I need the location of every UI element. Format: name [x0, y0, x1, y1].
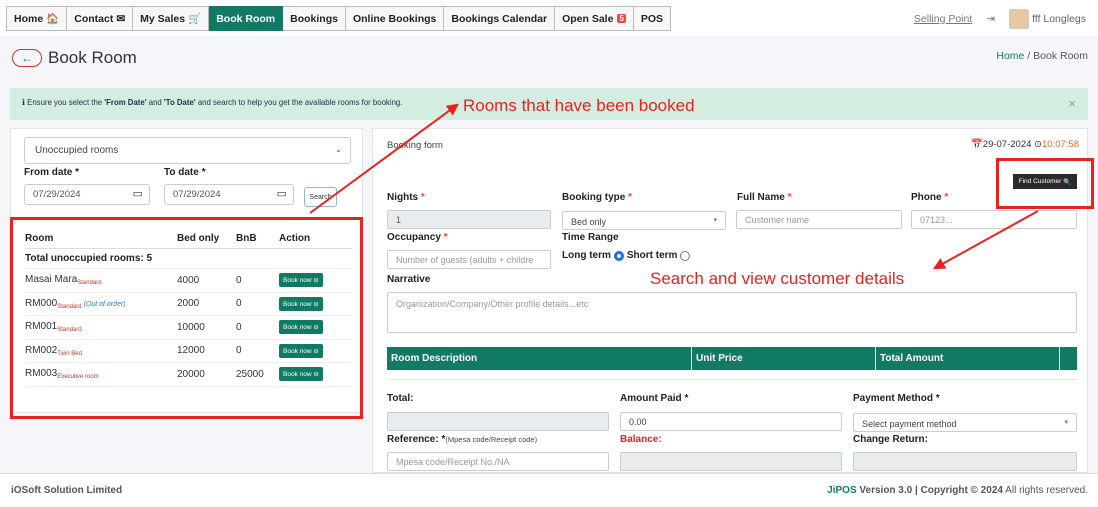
footer-brand[interactable]: JiPOS	[827, 485, 856, 496]
footer: iOSoft Solution Limited JiPOS Version 3.…	[0, 473, 1098, 507]
arrow-to-customer-label	[932, 210, 1039, 270]
footer-right: JiPOS Version 3.0 | Copyright © 2024 All…	[827, 485, 1088, 496]
annotation-arrows	[309, 103, 1039, 270]
annotation-customer-details: Search and view customer details	[650, 269, 905, 288]
footer-version: Version 3.0 | Copyright © 2024	[856, 485, 1003, 496]
annotation-booked-rooms: Rooms that have been booked	[463, 96, 695, 115]
arrow-to-booked-label	[309, 103, 459, 214]
footer-company: iOSoft Solution Limited	[11, 485, 123, 496]
footer-rights: All rights reserved.	[1002, 485, 1088, 496]
